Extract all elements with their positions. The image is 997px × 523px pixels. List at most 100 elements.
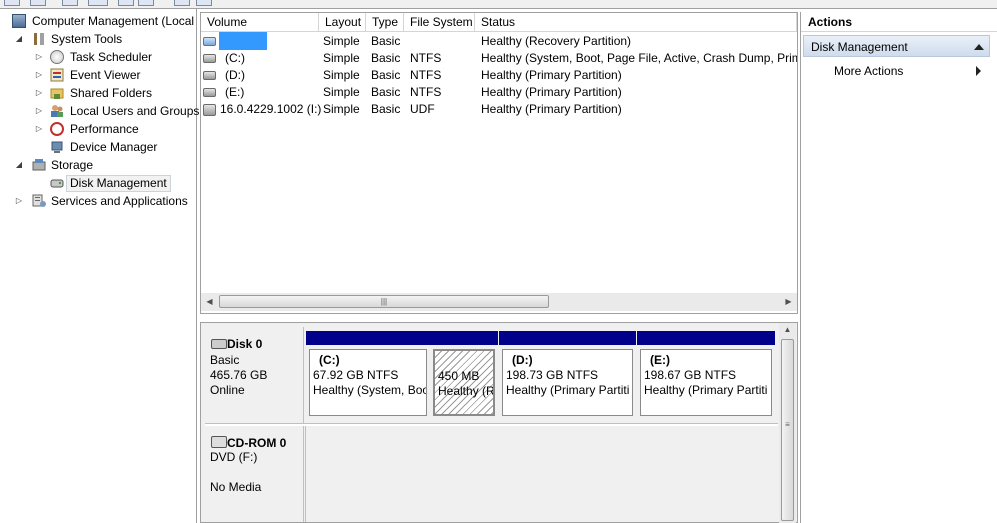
disk-management-icon bbox=[50, 176, 64, 190]
expanded-arrow-icon[interactable]: ◢ bbox=[14, 30, 24, 48]
partition-d[interactable]: (D:) 198.73 GB NTFS Healthy (Primary Par… bbox=[499, 331, 636, 419]
tree-item-device-manager[interactable]: Device Manager bbox=[0, 138, 197, 156]
disk-icon bbox=[203, 88, 216, 97]
volume-list: Volume Layout Type File System Status Si… bbox=[200, 12, 798, 314]
tree-item-storage[interactable]: ◢ Storage bbox=[0, 156, 197, 174]
partition-size: 198.73 GB NTFS bbox=[506, 368, 599, 382]
tree-item-root[interactable]: Computer Management (Local bbox=[0, 12, 197, 30]
disk-icon bbox=[203, 37, 216, 46]
volume-name: (D:) bbox=[225, 68, 245, 82]
cd-drive-icon bbox=[203, 104, 216, 116]
collapsed-arrow-icon[interactable]: ▷ bbox=[34, 66, 44, 84]
users-icon bbox=[50, 104, 64, 118]
navigation-tree: Computer Management (Local ◢ System Tool… bbox=[0, 9, 199, 523]
volume-layout: Simple bbox=[323, 68, 360, 82]
partition-c[interactable]: (C:) 67.92 GB NTFS Healthy (System, Boo bbox=[306, 331, 430, 419]
scroll-right-arrow-icon[interactable]: ▶ bbox=[780, 293, 797, 311]
horizontal-scroll-thumb[interactable]: ||| bbox=[219, 295, 549, 308]
partition-e[interactable]: (E:) 198.67 GB NTFS Healthy (Primary Par… bbox=[637, 331, 775, 419]
tree-item-performance[interactable]: ▷ Performance bbox=[0, 120, 197, 138]
tree-label-disk-management: Disk Management bbox=[66, 175, 171, 192]
volume-status: Healthy (System, Boot, Page File, Active… bbox=[481, 51, 797, 65]
up-button[interactable] bbox=[62, 0, 78, 6]
more-actions-item[interactable]: More Actions bbox=[834, 62, 903, 80]
volume-status: Healthy (Primary Partition) bbox=[481, 85, 622, 99]
performance-icon bbox=[50, 122, 64, 136]
disk0-info[interactable]: Disk 0 Basic 465.76 GB Online bbox=[205, 327, 304, 423]
disk0-state: Online bbox=[210, 383, 245, 397]
disk-icon bbox=[203, 71, 216, 80]
volume-row[interactable]: Simple Basic Healthy (Recovery Partition… bbox=[201, 32, 797, 50]
clock-icon bbox=[50, 50, 64, 64]
disk0-size: 465.76 GB bbox=[210, 368, 268, 382]
collapsed-arrow-icon[interactable]: ▷ bbox=[34, 102, 44, 120]
tree-item-services[interactable]: ▷ Services and Applications bbox=[0, 192, 197, 210]
forward-button[interactable] bbox=[30, 0, 46, 6]
partition-name: (C:) bbox=[319, 353, 340, 367]
expanded-arrow-icon[interactable]: ◢ bbox=[14, 156, 24, 174]
cdrom0-media: No Media bbox=[210, 480, 262, 494]
partition-size: 450 MB bbox=[438, 369, 480, 383]
collapsed-arrow-icon[interactable]: ▷ bbox=[34, 120, 44, 138]
tree-item-shared-folders[interactable]: ▷ Shared Folders bbox=[0, 84, 197, 102]
tree-label-device-manager: Device Manager bbox=[70, 140, 158, 154]
column-header-layout[interactable]: Layout bbox=[319, 13, 366, 32]
tree-item-local-users[interactable]: ▷ Local Users and Groups bbox=[0, 102, 199, 120]
tree-label-storage: Storage bbox=[51, 158, 94, 172]
actions-section-disk-management[interactable]: Disk Management bbox=[803, 35, 990, 57]
primary-partition-bar bbox=[499, 331, 636, 345]
partition-name bbox=[438, 354, 493, 369]
horizontal-scrollbar[interactable]: ◀ ||| ▶ bbox=[201, 293, 797, 311]
collapsed-arrow-icon[interactable]: ▷ bbox=[34, 84, 44, 102]
volume-status: Healthy (Primary Partition) bbox=[481, 102, 622, 116]
column-header-file-system[interactable]: File System bbox=[404, 13, 475, 32]
volume-fs: UDF bbox=[410, 102, 435, 116]
partition-name: (E:) bbox=[650, 353, 670, 367]
partition-recovery[interactable]: 450 MB Healthy (R bbox=[430, 331, 498, 419]
partition-status: Healthy (Primary Partiti bbox=[644, 383, 768, 397]
collapsed-arrow-icon[interactable]: ▷ bbox=[14, 192, 24, 210]
column-header-status[interactable]: Status bbox=[475, 13, 797, 32]
tree-item-event-viewer[interactable]: ▷ Event Viewer bbox=[0, 66, 197, 84]
help-button[interactable] bbox=[138, 0, 154, 6]
services-icon bbox=[32, 194, 46, 208]
partition-status: Healthy (R bbox=[438, 384, 495, 398]
volume-row[interactable]: (E:) Simple Basic NTFS Healthy (Primary … bbox=[201, 84, 797, 101]
tree-item-task-scheduler[interactable]: ▷ Task Scheduler bbox=[0, 48, 197, 66]
disk-icon bbox=[203, 54, 216, 63]
tree-item-disk-management[interactable]: Disk Management bbox=[0, 174, 197, 192]
vertical-scrollbar[interactable]: ▲ ≡ bbox=[779, 323, 796, 523]
tree-label-task-scheduler: Task Scheduler bbox=[70, 50, 153, 64]
partition-recovery-body: 450 MB Healthy (R bbox=[433, 349, 495, 416]
volume-type: Basic bbox=[371, 85, 401, 99]
volume-row[interactable]: (C:) Simple Basic NTFS Healthy (System, … bbox=[201, 50, 797, 67]
show-hide-tree-button[interactable] bbox=[88, 0, 108, 6]
volume-row[interactable]: 16.0.4229.1002 (I:) Simple Basic UDF Hea… bbox=[201, 101, 797, 118]
column-header-type[interactable]: Type bbox=[366, 13, 404, 32]
back-button[interactable] bbox=[4, 0, 20, 6]
volume-fs: NTFS bbox=[410, 68, 442, 82]
collapsed-arrow-icon[interactable]: ▷ bbox=[34, 48, 44, 66]
column-header-volume[interactable]: Volume bbox=[201, 13, 319, 32]
scroll-left-arrow-icon[interactable]: ◀ bbox=[201, 293, 218, 311]
properties-button[interactable] bbox=[118, 0, 134, 6]
cd-drive-icon bbox=[211, 436, 227, 448]
disk0-name: Disk 0 bbox=[227, 337, 263, 351]
disk0-type: Basic bbox=[210, 353, 240, 367]
cdrom0-media-area[interactable] bbox=[305, 426, 779, 522]
device-manager-icon bbox=[50, 140, 64, 154]
settings-button[interactable] bbox=[196, 0, 212, 6]
partition-size: 198.67 GB NTFS bbox=[644, 368, 737, 382]
vertical-scroll-thumb[interactable]: ≡ bbox=[781, 339, 794, 521]
tree-item-system-tools[interactable]: ◢ System Tools bbox=[0, 30, 197, 48]
submenu-arrow-icon[interactable] bbox=[976, 66, 981, 76]
tree-label-system-tools: System Tools bbox=[51, 32, 123, 46]
cdrom0-info[interactable]: CD-ROM 0 DVD (F:) No Media bbox=[205, 426, 304, 522]
volume-name: 16.0.4229.1002 (I:) bbox=[220, 102, 322, 116]
scroll-up-arrow-icon[interactable]: ▲ bbox=[779, 323, 796, 337]
volume-type: Basic bbox=[371, 68, 401, 82]
collapse-caret-icon[interactable] bbox=[974, 44, 984, 50]
partition-name: (D:) bbox=[512, 353, 533, 367]
export-button[interactable] bbox=[174, 0, 190, 6]
volume-row[interactable]: (D:) Simple Basic NTFS Healthy (Primary … bbox=[201, 67, 797, 84]
